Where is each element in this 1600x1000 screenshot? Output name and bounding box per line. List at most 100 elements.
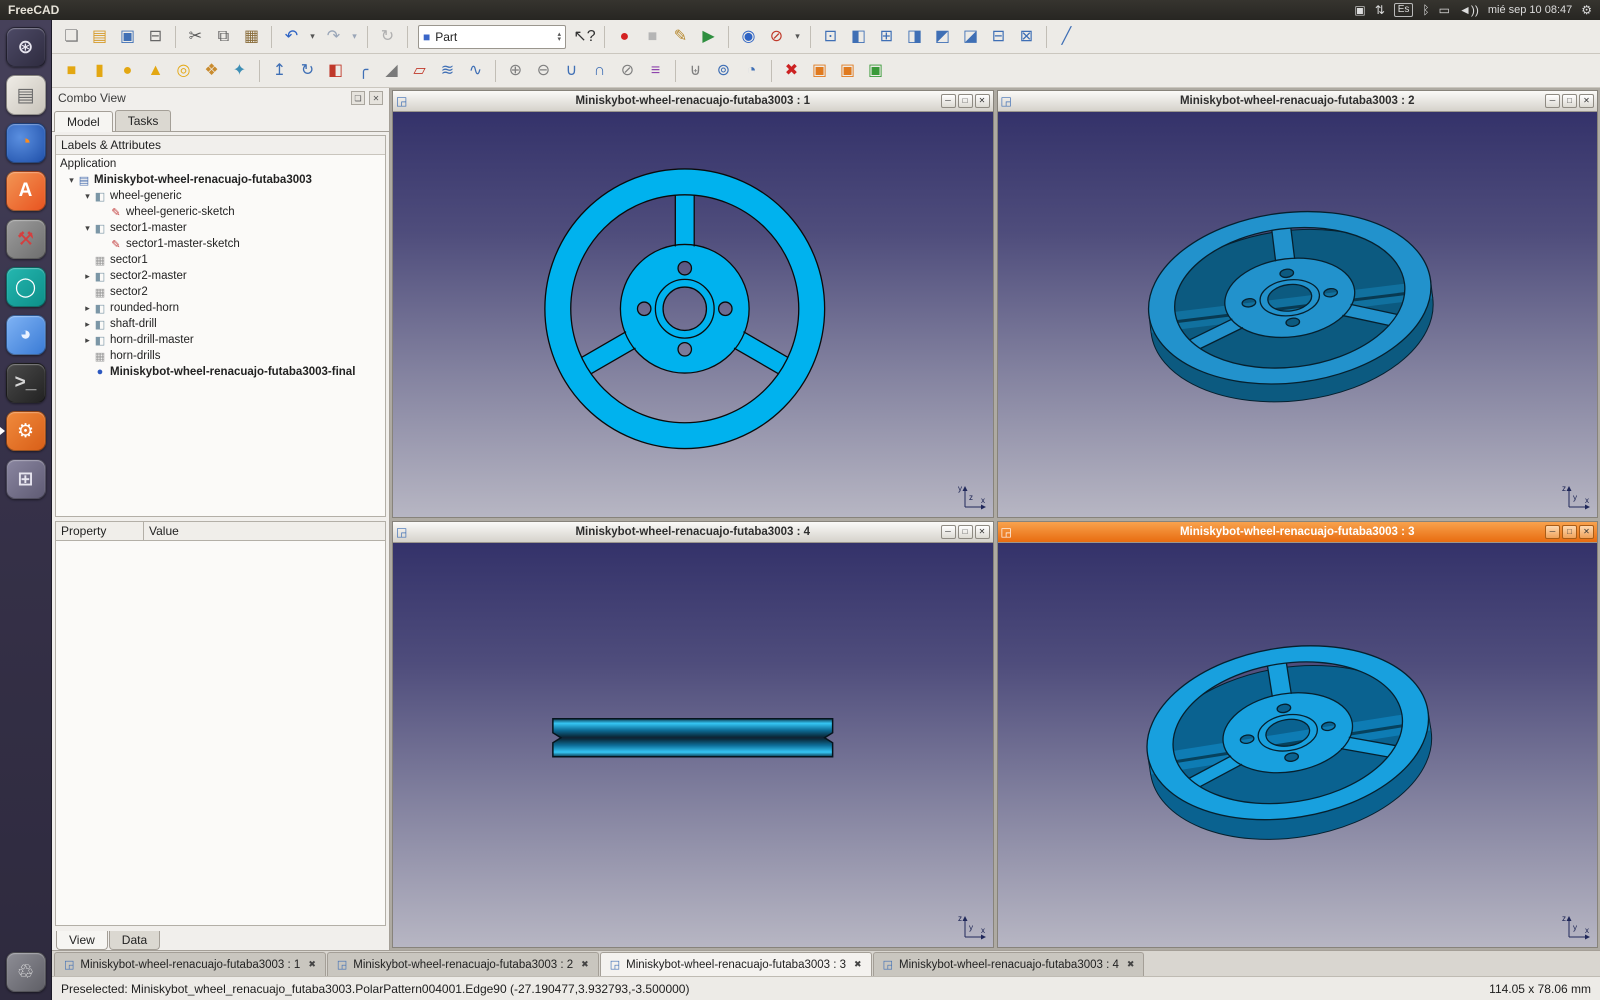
fillet-button[interactable]: ╭ xyxy=(350,57,377,84)
defeaturing-button[interactable]: ✖ xyxy=(778,57,805,84)
part-cone-button[interactable]: ▲ xyxy=(142,57,169,84)
tree-item-sector1-master[interactable]: ▾◧sector1-master xyxy=(56,220,385,236)
document-tab-3[interactable]: ◲Miniskybot-wheel-renacuajo-futaba3003 :… xyxy=(600,952,872,976)
indicator-app-icon[interactable]: ▣ xyxy=(1354,1,1365,19)
view-rear-button[interactable]: ◩ xyxy=(929,23,956,50)
keyboard-layout-icon[interactable]: Es xyxy=(1394,3,1414,17)
chamfer-button[interactable]: ◢ xyxy=(378,57,405,84)
draw-style-dropdown-button[interactable]: ▾ xyxy=(791,23,804,50)
thickness-button[interactable]: ◔ xyxy=(738,57,765,84)
section-button[interactable]: ⊘ xyxy=(614,57,641,84)
tab-data[interactable]: Data xyxy=(109,931,160,950)
tree-item-horn-drill-master[interactable]: ▸◧horn-drill-master xyxy=(56,332,385,348)
maximize-window-button[interactable]: □ xyxy=(1562,525,1577,539)
mirror-button[interactable]: ◧ xyxy=(322,57,349,84)
view-front-button[interactable]: ◧ xyxy=(845,23,872,50)
cut-button[interactable]: ✂ xyxy=(182,23,209,50)
tree-item-sector2-master[interactable]: ▸◧sector2-master xyxy=(56,268,385,284)
view-top-button[interactable]: ⊞ xyxy=(873,23,900,50)
tree-expander-icon[interactable]: ▸ xyxy=(82,271,93,282)
tab-close-icon[interactable]: ✖ xyxy=(581,959,589,970)
print-button[interactable]: ⊟ xyxy=(142,23,169,50)
launcher-dash-home[interactable]: ⊛ xyxy=(2,23,50,71)
revolve-button[interactable]: ↻ xyxy=(294,57,321,84)
battery-icon[interactable]: ▭ xyxy=(1439,1,1450,19)
minimize-window-button[interactable]: ─ xyxy=(1545,525,1560,539)
value-column-header[interactable]: Value xyxy=(143,521,386,541)
part-primitives-button[interactable]: ❖ xyxy=(198,57,225,84)
tab-close-icon[interactable]: ✖ xyxy=(854,959,862,970)
tab-model[interactable]: Model xyxy=(54,111,113,132)
close-window-button[interactable]: ✕ xyxy=(1579,525,1594,539)
tree-item-application[interactable]: Application xyxy=(56,156,385,172)
launcher-web-browser[interactable]: ◯ xyxy=(2,263,50,311)
measure-button[interactable]: ╱ xyxy=(1053,23,1080,50)
tree-expander-icon[interactable]: ▾ xyxy=(82,223,93,234)
tree-expander-icon[interactable]: ▸ xyxy=(82,319,93,330)
macro-record-button[interactable]: ● xyxy=(611,23,638,50)
sweep-button[interactable]: ∿ xyxy=(462,57,489,84)
tree-item-wheel-generic-sketch[interactable]: ✎wheel-generic-sketch xyxy=(56,204,385,220)
workbench-spinner[interactable]: ▴▾ xyxy=(557,32,561,42)
tree-scroll-area[interactable]: Application ▾▤Miniskybot-wheel-renacuajo… xyxy=(56,155,385,516)
tree-item-Miniskybot-wheel-renacuajo-futaba3003-final[interactable]: ●Miniskybot-wheel-renacuajo-futaba3003-f… xyxy=(56,364,385,380)
viewport-3d[interactable]: yxz xyxy=(393,112,993,517)
copy-button[interactable]: ⧉ xyxy=(210,23,237,50)
offset-button[interactable]: ⊚ xyxy=(710,57,737,84)
material-button[interactable]: ▣ xyxy=(834,57,861,84)
launcher-files[interactable]: ▤ xyxy=(2,71,50,119)
launcher-system-settings[interactable]: ⚒ xyxy=(2,215,50,263)
minimize-window-button[interactable]: ─ xyxy=(1545,94,1560,108)
ruled-surface-button[interactable]: ▱ xyxy=(406,57,433,84)
redo-dropdown-button[interactable]: ▾ xyxy=(348,23,361,50)
tree-expander-icon[interactable]: ▾ xyxy=(66,175,77,186)
minimize-window-button[interactable]: ─ xyxy=(941,94,956,108)
launcher-firefox[interactable]: ◔ xyxy=(2,119,50,167)
tab-tasks[interactable]: Tasks xyxy=(115,110,172,131)
network-arrows-icon[interactable]: ⇅ xyxy=(1375,1,1385,19)
intersection-button[interactable]: ∩ xyxy=(586,57,613,84)
tree-item-sector1-master-sketch[interactable]: ✎sector1-master-sketch xyxy=(56,236,385,252)
property-column-header[interactable]: Property xyxy=(55,521,143,541)
whats-this-button[interactable]: ↖? xyxy=(571,23,598,50)
close-window-button[interactable]: ✕ xyxy=(975,94,990,108)
union-button[interactable]: ∪ xyxy=(558,57,585,84)
minimize-window-button[interactable]: ─ xyxy=(941,525,956,539)
tree-item-wheel-generic[interactable]: ▾◧wheel-generic xyxy=(56,188,385,204)
shape-builder-button[interactable]: ✦ xyxy=(226,57,253,84)
view-right-button[interactable]: ◨ xyxy=(901,23,928,50)
window-titlebar[interactable]: ◲ Miniskybot-wheel-renacuajo-futaba3003 … xyxy=(998,91,1598,112)
tree-expander-icon[interactable]: ▸ xyxy=(82,335,93,346)
tab-close-icon[interactable]: ✖ xyxy=(1127,959,1135,970)
tree-item-rounded-horn[interactable]: ▸◧rounded-horn xyxy=(56,300,385,316)
tree-item-horn-drills[interactable]: ▦horn-drills xyxy=(56,348,385,364)
part-box-button[interactable]: ■ xyxy=(58,57,85,84)
launcher-terminal[interactable]: >_ xyxy=(2,359,50,407)
boolean-button[interactable]: ⊕ xyxy=(502,57,529,84)
macro-play-button[interactable]: ▶ xyxy=(695,23,722,50)
maximize-window-button[interactable]: □ xyxy=(958,94,973,108)
part-torus-button[interactable]: ◎ xyxy=(170,57,197,84)
tree-item-Miniskybot-wheel-renacuajo-futaba3003[interactable]: ▾▤Miniskybot-wheel-renacuajo-futaba3003 xyxy=(56,172,385,188)
appearance-button[interactable]: ▣ xyxy=(806,57,833,84)
window-titlebar[interactable]: ◲ Miniskybot-wheel-renacuajo-futaba3003 … xyxy=(393,91,993,112)
launcher-chromium[interactable]: ◕ xyxy=(2,311,50,359)
paste-button[interactable]: ▦ xyxy=(238,23,265,50)
maximize-window-button[interactable]: □ xyxy=(958,525,973,539)
undo-button[interactable]: ↶ xyxy=(278,23,305,50)
macro-edit-button[interactable]: ✎ xyxy=(667,23,694,50)
bluetooth-icon[interactable]: ᛒ xyxy=(1422,1,1429,19)
window-titlebar[interactable]: ◲ Miniskybot-wheel-renacuajo-futaba3003 … xyxy=(998,522,1598,543)
maximize-window-button[interactable]: □ xyxy=(1562,94,1577,108)
launcher-freecad[interactable]: ⚙ xyxy=(2,407,50,455)
session-menu-icon[interactable]: ⚙ xyxy=(1581,1,1592,19)
extrude-button[interactable]: ↥ xyxy=(266,57,293,84)
close-window-button[interactable]: ✕ xyxy=(975,525,990,539)
workbench-selector[interactable]: ■Part▴▾ xyxy=(418,25,566,49)
view-bottom-button[interactable]: ◪ xyxy=(957,23,984,50)
clock[interactable]: mié sep 10 08:47 xyxy=(1488,1,1572,19)
redo-button[interactable]: ↷ xyxy=(320,23,347,50)
close-window-button[interactable]: ✕ xyxy=(1579,94,1594,108)
save-document-button[interactable]: ▣ xyxy=(114,23,141,50)
draw-style-button[interactable]: ⊘ xyxy=(763,23,790,50)
